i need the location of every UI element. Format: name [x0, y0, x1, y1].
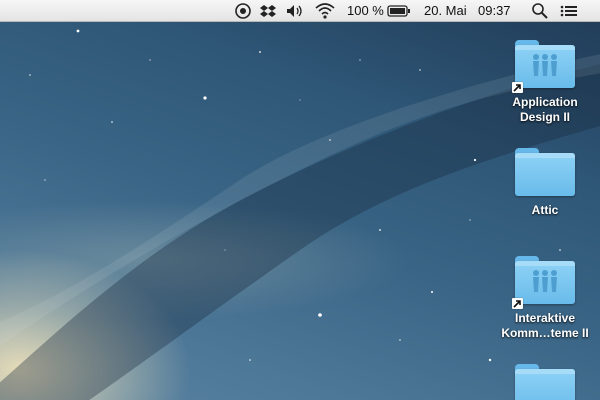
battery-percent[interactable]: 100 %	[347, 0, 384, 22]
wifi-icon[interactable]	[314, 0, 336, 22]
volume-icon[interactable]	[285, 0, 305, 22]
desktop-icon-label: Attic	[531, 203, 559, 217]
menu-date[interactable]: 20. Mai	[424, 0, 467, 22]
desktop-icon-attic[interactable]: Attic	[495, 148, 595, 218]
alias-arrow-icon	[512, 82, 523, 93]
desktop-icon-folder[interactable]	[495, 364, 595, 400]
desktop[interactable]: 100 % 20. Mai 09:37 Application Design I…	[0, 0, 600, 400]
search-icon[interactable]	[531, 0, 549, 22]
menu-clock[interactable]: 09:37	[478, 0, 511, 22]
dropbox-icon[interactable]	[259, 0, 277, 22]
alias-arrow-icon	[512, 298, 523, 309]
desktop-icon-label: Application Design II	[512, 95, 578, 124]
folder-icon[interactable]	[515, 148, 575, 196]
desktop-icon-interaktive[interactable]: Interaktive Komm…teme II	[495, 256, 595, 341]
desktop-icon-label: Interaktive Komm…teme II	[501, 311, 589, 340]
folder-icon[interactable]	[515, 364, 575, 400]
battery-icon[interactable]	[387, 0, 411, 22]
menu-bar: 100 % 20. Mai 09:37	[0, 0, 600, 22]
status-ring-icon[interactable]	[234, 0, 252, 22]
notification-list-icon[interactable]	[559, 0, 579, 22]
shared-folder-icon[interactable]	[512, 40, 575, 93]
desktop-icon-application-design[interactable]: Application Design II	[495, 40, 595, 125]
shared-folder-icon[interactable]	[512, 256, 575, 309]
